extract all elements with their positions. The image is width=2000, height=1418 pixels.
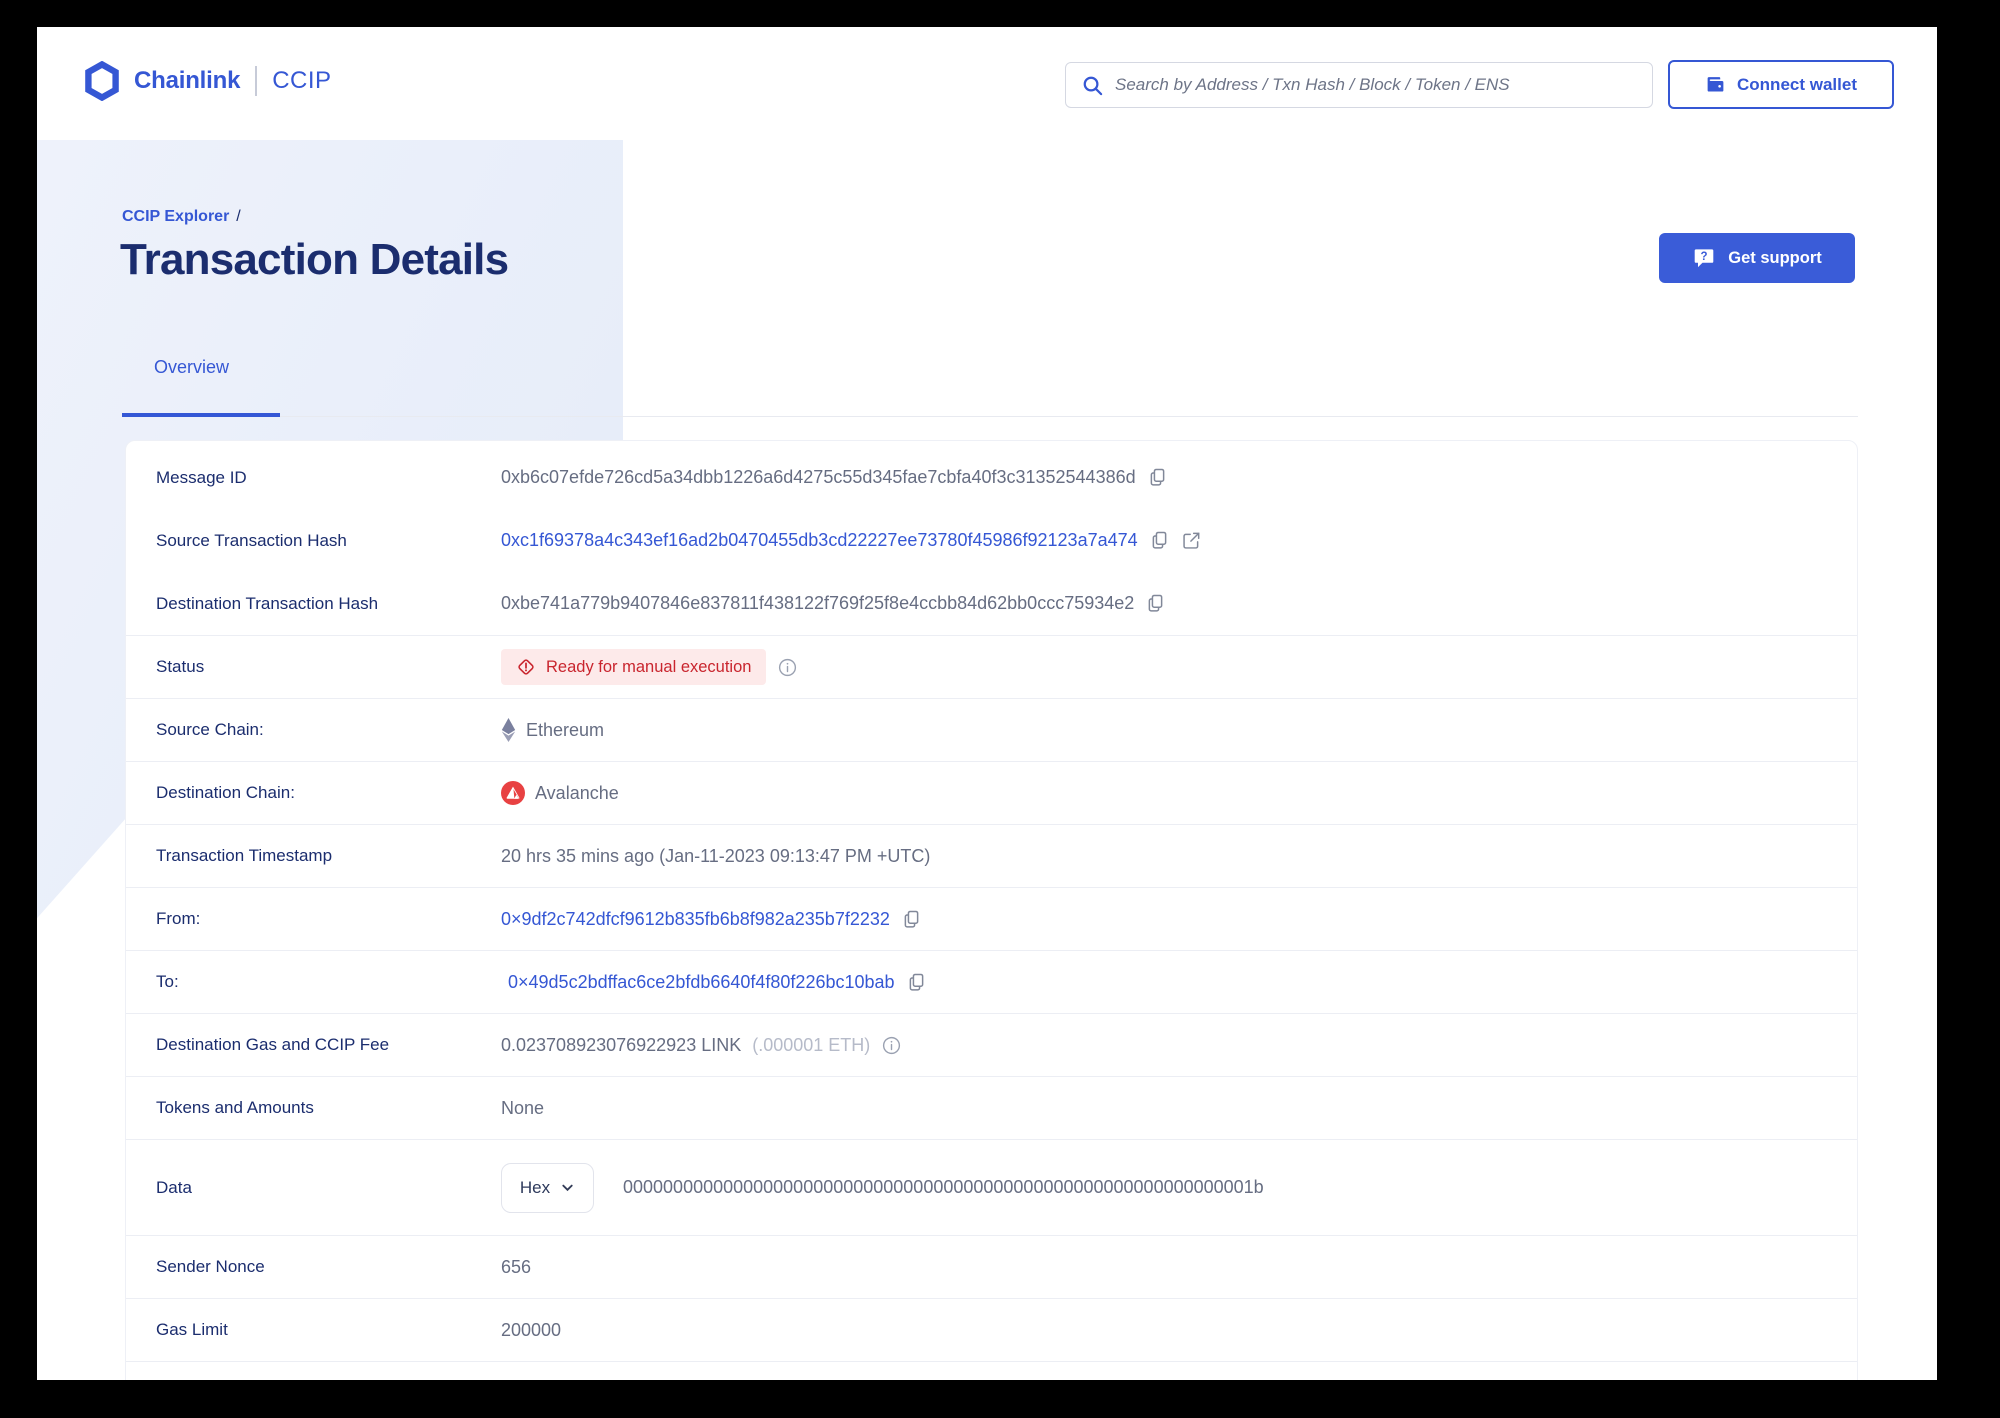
page: Chainlink CCIP Connect wallet CCIP Explo… <box>37 27 1937 1380</box>
row-source-chain: Source Chain: Ethereum <box>126 698 1857 761</box>
detail-label: To: <box>156 972 179 991</box>
svg-text:?: ? <box>1701 251 1708 263</box>
info-icon[interactable] <box>881 1035 902 1056</box>
info-icon[interactable] <box>777 657 798 678</box>
row-sender-nonce: Sender Nonce 656 <box>126 1235 1857 1298</box>
fee-alt-value: (.000001 ETH) <box>752 1034 871 1055</box>
row-timestamp: Transaction Timestamp 20 hrs 35 mins ago… <box>126 824 1857 887</box>
breadcrumb-link-ccip-explorer[interactable]: CCIP Explorer <box>122 208 229 225</box>
copy-icon[interactable] <box>906 972 927 993</box>
external-link-icon[interactable] <box>1181 530 1202 551</box>
row-message-id: Message ID 0xb6c07efde726cd5a34dbb1226a6… <box>126 446 1857 509</box>
detail-label: From: <box>156 909 201 928</box>
row-source-tx-hash: Source Transaction Hash 0xc1f69378a4c343… <box>126 509 1857 572</box>
row-status: Status Ready for manual execution <box>126 635 1857 698</box>
to-address-link[interactable]: 0×49d5c2bdffac6ce2bfdb6640f4f80f226bc10b… <box>508 972 895 993</box>
from-address-link[interactable]: 0×9df2c742dfcf9612b835fb6b8f982a235b7f22… <box>501 909 890 930</box>
detail-label: Gas Limit <box>156 1320 228 1339</box>
data-format-select[interactable]: Hex <box>501 1162 594 1213</box>
detail-label: Data <box>156 1177 192 1197</box>
timestamp-value: 20 hrs 35 mins ago (Jan-11-2023 09:13:47… <box>501 845 931 866</box>
status-badge: Ready for manual execution <box>501 649 767 685</box>
chevron-down-icon <box>560 1180 575 1195</box>
detail-label: Sender Nonce <box>156 1257 265 1276</box>
avalanche-icon <box>501 781 525 805</box>
connect-wallet-button[interactable]: Connect wallet <box>1668 60 1894 109</box>
source-tx-hash-link[interactable]: 0xc1f69378a4c343ef16ad2b0470455db3cd2222… <box>501 530 1138 551</box>
source-chain-name: Ethereum <box>526 719 605 740</box>
sender-nonce-value: 656 <box>501 1256 532 1277</box>
ethereum-icon <box>501 718 516 742</box>
row-to: To: 0×49d5c2bdffac6ce2bfdb6640f4f80f226b… <box>126 950 1857 1013</box>
copy-icon[interactable] <box>1147 467 1168 488</box>
row-dest-chain: Destination Chain: Avalanche <box>126 761 1857 824</box>
detail-label: Message ID <box>156 467 247 487</box>
brand-name: Chainlink <box>134 67 241 94</box>
brand-product: CCIP <box>272 67 332 94</box>
detail-label: Transaction Timestamp <box>156 846 333 865</box>
tokens-value: None <box>501 1097 545 1118</box>
brand-divider <box>255 66 258 96</box>
detail-label: Source Transaction Hash <box>156 530 347 550</box>
row-dest-tx-hash: Destination Transaction Hash 0xbe741a779… <box>126 572 1857 635</box>
chainlink-logo-icon <box>85 61 119 101</box>
copy-icon[interactable] <box>1145 593 1166 614</box>
dest-chain-name: Avalanche <box>535 782 619 803</box>
data-hex-value: 0000000000000000000000000000000000000000… <box>623 1177 1264 1197</box>
detail-label: Status <box>156 657 205 676</box>
top-bar: Chainlink CCIP Connect wallet <box>37 27 1937 140</box>
detail-label: Destination Transaction Hash <box>156 593 379 613</box>
row-fee: Destination Gas and CCIP Fee 0.023708923… <box>126 1013 1857 1076</box>
alert-diamond-icon <box>516 657 536 677</box>
tabs-rule <box>122 416 1858 417</box>
copy-icon[interactable] <box>1149 530 1170 551</box>
row-gas-limit: Gas Limit 200000 <box>126 1298 1857 1361</box>
copy-icon[interactable] <box>901 909 922 930</box>
wallet-icon <box>1705 74 1726 95</box>
get-support-button[interactable]: ? Get support <box>1659 233 1855 283</box>
search-box <box>1065 62 1653 108</box>
detail-label: Destination Gas and CCIP Fee <box>156 1035 390 1054</box>
fee-value: 0.023708923076922923 LINK <box>501 1034 742 1055</box>
get-support-label: Get support <box>1728 248 1822 267</box>
breadcrumb: CCIP Explorer / <box>122 208 241 226</box>
status-text: Ready for manual execution <box>546 657 752 676</box>
breadcrumb-separator: / <box>236 208 241 225</box>
page-title: Transaction Details <box>120 235 509 284</box>
detail-label: Destination Chain: <box>156 783 295 802</box>
gas-limit-value: 200000 <box>501 1319 562 1340</box>
search-input[interactable] <box>1115 75 1637 95</box>
search-icon <box>1081 74 1104 97</box>
row-data: Data Hex 0000000000000000000000000000000… <box>126 1139 1857 1235</box>
data-format-value: Hex <box>519 1177 551 1197</box>
row-tokens: Tokens and Amounts None <box>126 1076 1857 1139</box>
connect-wallet-label: Connect wallet <box>1737 74 1857 94</box>
brand-logo[interactable]: Chainlink CCIP <box>85 61 332 101</box>
detail-label: Tokens and Amounts <box>156 1098 314 1117</box>
dest-tx-hash-value: 0xbe741a779b9407846e837811f438122f769f25… <box>501 593 1135 613</box>
detail-label: Source Chain: <box>156 720 264 739</box>
transaction-details-card: Message ID 0xb6c07efde726cd5a34dbb1226a6… <box>125 440 1858 1380</box>
tab-overview-underline <box>122 413 280 417</box>
message-id-value: 0xb6c07efde726cd5a34dbb1226a6d4275c55d34… <box>501 467 1136 487</box>
row-partial-bottom <box>126 1361 1857 1380</box>
tab-overview[interactable]: Overview <box>154 357 229 378</box>
question-icon: ? <box>1692 246 1716 270</box>
row-from: From: 0×9df2c742dfcf9612b835fb6b8f982a23… <box>126 887 1857 950</box>
